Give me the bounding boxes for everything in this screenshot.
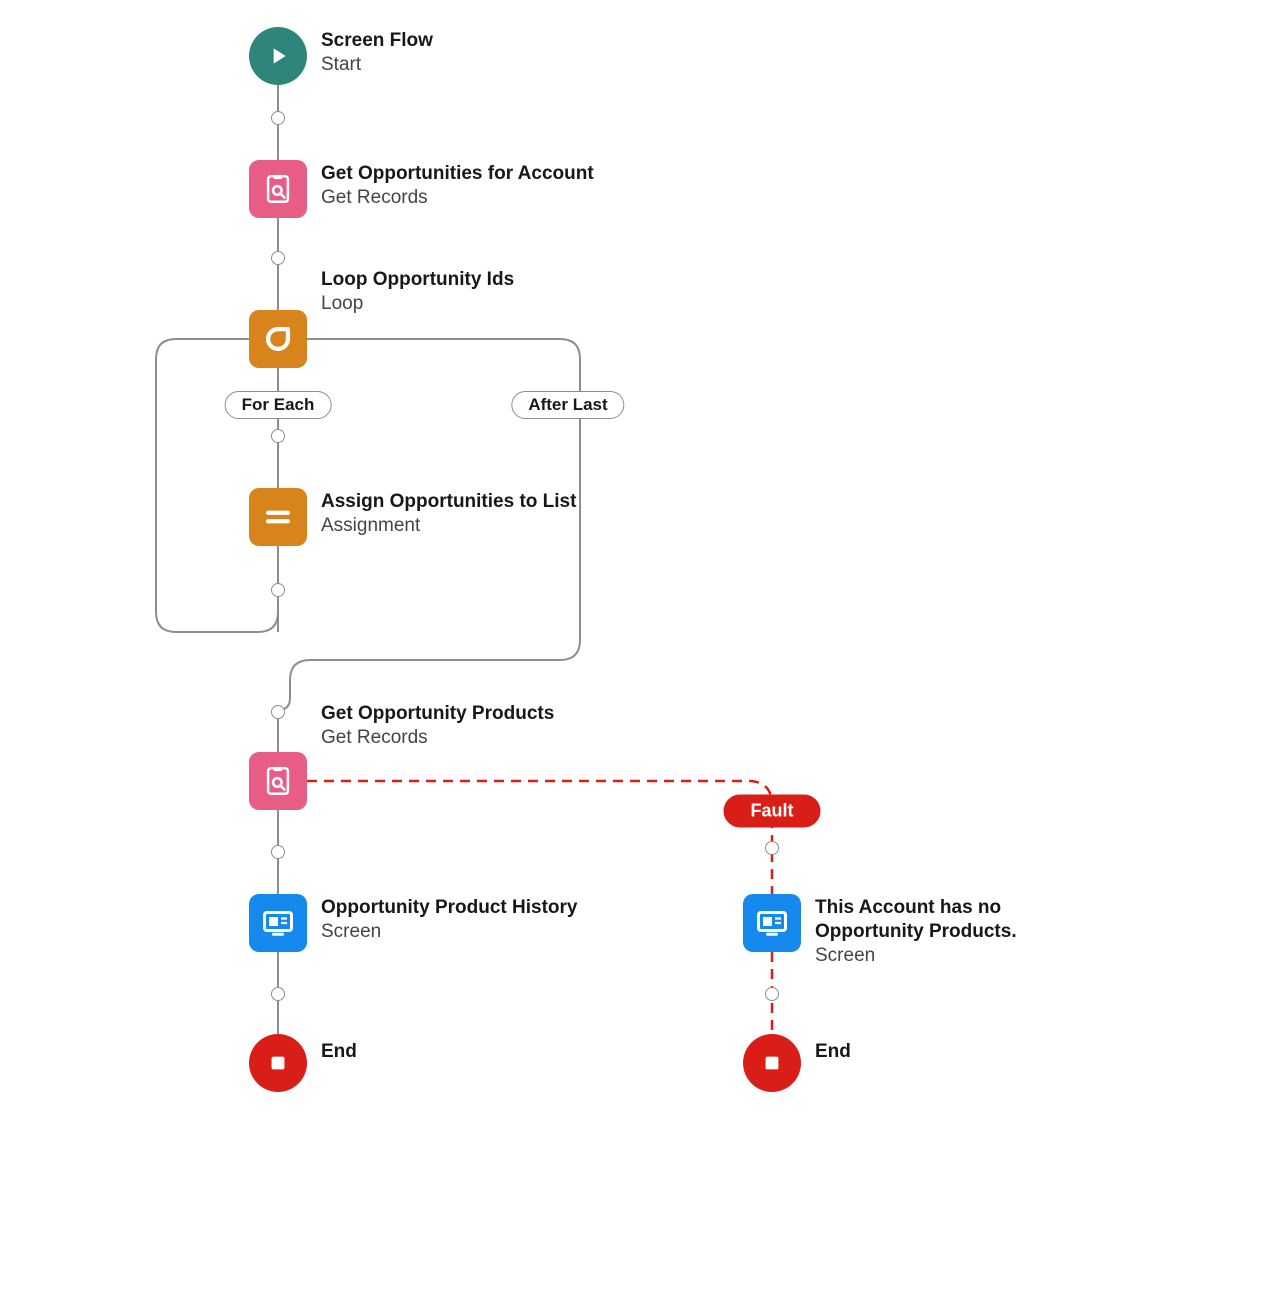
screen-icon: [249, 894, 307, 952]
screen-no-products-node[interactable]: This Account has no Opportunity Products…: [743, 894, 1045, 968]
add-point[interactable]: [765, 987, 779, 1001]
add-point[interactable]: [271, 111, 285, 125]
add-point[interactable]: [271, 845, 285, 859]
loop-subtitle: Loop: [321, 292, 621, 316]
connectors-layer: [0, 0, 1286, 1314]
screen-no-products-title: This Account has no Opportunity Products…: [815, 896, 1045, 944]
add-point[interactable]: [271, 251, 285, 265]
add-point[interactable]: [271, 705, 285, 719]
screen-history-node[interactable]: Opportunity Product History Screen: [249, 894, 578, 952]
fault-connector: [307, 781, 772, 894]
loop-icon: [249, 310, 307, 368]
get-products-title: Get Opportunity Products: [321, 702, 621, 726]
add-point[interactable]: [271, 429, 285, 443]
flow-canvas: For Each After Last Fault Screen Flow St…: [0, 0, 1286, 1314]
assign-title: Assign Opportunities to List: [321, 490, 576, 514]
loop-header: Loop Opportunity Ids Loop: [321, 268, 621, 316]
play-icon: [249, 27, 307, 85]
start-node[interactable]: Screen Flow Start: [249, 27, 433, 85]
get-opportunities-node[interactable]: Get Opportunities for Account Get Record…: [249, 160, 594, 218]
loop-title: Loop Opportunity Ids: [321, 268, 621, 292]
loop-return-path: [156, 339, 278, 632]
screen-history-title: Opportunity Product History: [321, 896, 578, 920]
fault-badge[interactable]: Fault: [724, 795, 821, 828]
add-point[interactable]: [271, 987, 285, 1001]
screen-icon: [743, 894, 801, 952]
end-right-node[interactable]: End: [743, 1034, 851, 1092]
add-point[interactable]: [765, 841, 779, 855]
get-products-subtitle: Get Records: [321, 726, 621, 750]
add-point[interactable]: [271, 583, 285, 597]
clipboard-search-icon: [249, 160, 307, 218]
clipboard-search-icon: [249, 752, 307, 810]
screen-history-subtitle: Screen: [321, 920, 578, 944]
stop-icon: [743, 1034, 801, 1092]
loop-for-each-badge[interactable]: For Each: [225, 391, 332, 419]
get-products-node[interactable]: [249, 752, 307, 810]
end-left-node[interactable]: End: [249, 1034, 357, 1092]
end-left-title: End: [321, 1040, 357, 1064]
get-opportunities-title: Get Opportunities for Account: [321, 162, 594, 186]
equals-icon: [249, 488, 307, 546]
end-right-title: End: [815, 1040, 851, 1064]
assign-node[interactable]: Assign Opportunities to List Assignment: [249, 488, 576, 546]
loop-after-last-badge[interactable]: After Last: [511, 391, 624, 419]
assign-subtitle: Assignment: [321, 514, 576, 538]
get-products-header: Get Opportunity Products Get Records: [321, 702, 621, 750]
loop-node[interactable]: [249, 310, 307, 368]
screen-no-products-subtitle: Screen: [815, 944, 1045, 968]
start-subtitle: Start: [321, 53, 433, 77]
get-opportunities-subtitle: Get Records: [321, 186, 594, 210]
start-title: Screen Flow: [321, 29, 433, 53]
stop-icon: [249, 1034, 307, 1092]
